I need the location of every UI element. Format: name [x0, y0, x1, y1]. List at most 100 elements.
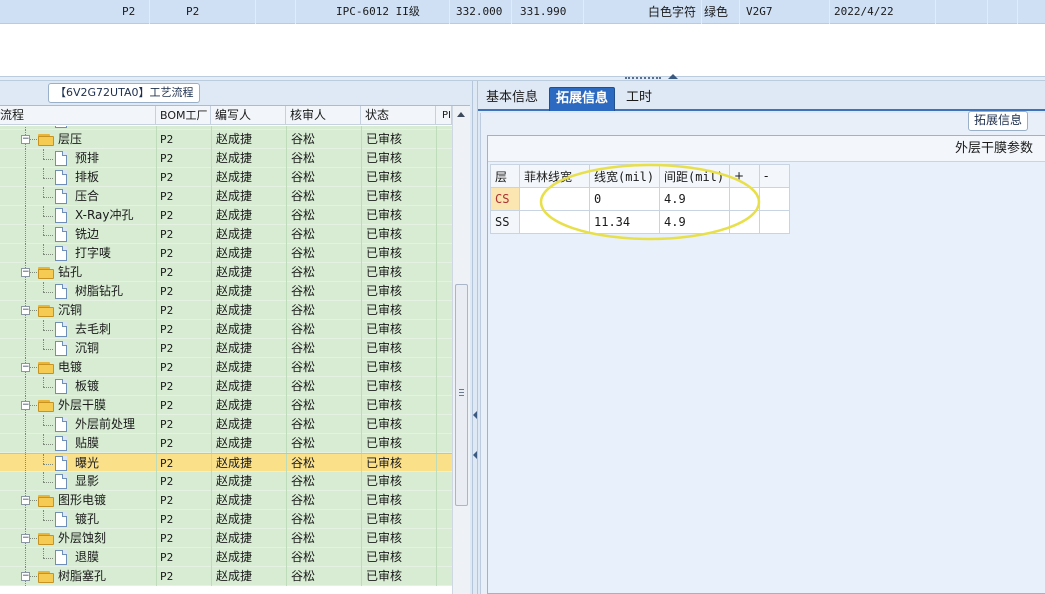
tree-node[interactable]: 外层干膜 [58, 396, 106, 415]
collapse-expander-icon[interactable]: − [21, 363, 30, 372]
tree-row[interactable]: 预排 P2 赵成捷 谷松 已审核 [0, 149, 452, 168]
params-line-width-cell[interactable]: 0 [589, 187, 660, 211]
tree-row[interactable]: 压合 P2 赵成捷 谷松 已审核 [0, 187, 452, 206]
tree-node[interactable]: 钻孔 [58, 263, 82, 282]
tree-row[interactable]: 板镀 P2 赵成捷 谷松 已审核 [0, 377, 452, 396]
remove-row-button[interactable]: - [759, 164, 790, 188]
tree-node[interactable]: 显影 [75, 472, 99, 491]
tab-work-hours[interactable]: 工时 [620, 87, 658, 111]
collapse-left-arrow-icon[interactable] [473, 411, 477, 419]
tree-node[interactable]: 外层蚀刻 [58, 529, 106, 548]
params-spacing-cell[interactable]: 4.9 [659, 210, 730, 234]
tree-node[interactable]: 图形电镀 [58, 491, 106, 510]
tree-node[interactable]: 镀孔 [75, 510, 99, 529]
tree-row[interactable]: 镀孔 P2 赵成捷 谷松 已审核 [0, 510, 452, 529]
params-table-row[interactable]: SS 11.34 4.9 [490, 210, 790, 234]
tree-node[interactable]: 排板 [75, 168, 99, 187]
tree-row[interactable]: 退膜 P2 赵成捷 谷松 已审核 [0, 548, 452, 567]
tree-row[interactable]: 沉铜 P2 赵成捷 谷松 已审核 [0, 339, 452, 358]
tree-node[interactable]: 铣边 [75, 225, 99, 244]
tab-extended-info[interactable]: 拓展信息 [549, 87, 616, 111]
collapse-expander-icon[interactable]: − [21, 496, 30, 505]
tree-node[interactable]: 层压 [58, 130, 82, 149]
tree-row[interactable]: 树脂钻孔 P2 赵成捷 谷松 已审核 [0, 282, 452, 301]
column-header-bom-factory[interactable]: BOM工厂 [156, 106, 211, 125]
tree-node[interactable]: 打字唛 [75, 244, 111, 263]
tree-row[interactable]: X-Ray冲孔 P2 赵成捷 谷松 已审核 [0, 206, 452, 225]
params-remove-cell[interactable] [759, 210, 790, 234]
tree-row[interactable]: 贴膜 P2 赵成捷 谷松 已审核 [0, 434, 452, 453]
tree-row-selected[interactable]: 曝光 P2 赵成捷 谷松 已审核 [0, 453, 452, 473]
column-separator [286, 377, 287, 396]
tree-row[interactable]: 铣边 P2 赵成捷 谷松 已审核 [0, 225, 452, 244]
splitter-grip-icon[interactable] [625, 77, 661, 80]
tree-node[interactable]: 贴膜 [75, 434, 99, 453]
params-line-width-cell[interactable]: 11.34 [589, 210, 660, 234]
add-row-button[interactable]: + [729, 164, 760, 188]
tree-node[interactable]: 沉铜 [75, 339, 99, 358]
tree-cell-status: 已审核 [366, 246, 403, 260]
collapse-expander-icon[interactable]: − [21, 268, 30, 277]
column-separator [286, 434, 287, 453]
tree-cell-reviewer: 谷松 [291, 417, 316, 431]
params-spacing-cell[interactable]: 4.9 [659, 187, 730, 211]
tree-cell-bom-factory: P2 [160, 361, 174, 374]
collapse-up-arrow-icon[interactable] [668, 74, 678, 79]
tree-node[interactable]: 板镀 [75, 377, 99, 396]
extended-info-button[interactable]: 拓展信息 [968, 111, 1029, 131]
tree-row[interactable]: − 电镀 P2 赵成捷 谷松 已审核 [0, 358, 452, 377]
tree-row[interactable]: 外层前处理 P2 赵成捷 谷松 已审核 [0, 415, 452, 434]
document-icon [55, 170, 67, 185]
params-table-row[interactable]: CS 0 4.9 [490, 187, 790, 211]
params-add-cell[interactable] [729, 210, 760, 234]
tree-node[interactable]: 树脂塞孔 [58, 567, 106, 586]
tree-row[interactable]: 显影 P2 赵成捷 谷松 已审核 [0, 472, 452, 491]
vertical-scrollbar[interactable] [452, 106, 470, 594]
params-add-cell[interactable] [729, 187, 760, 211]
params-remove-cell[interactable] [759, 187, 790, 211]
tree-row[interactable]: − 图形电镀 P2 赵成捷 谷松 已审核 [0, 491, 452, 510]
params-film-width-cell[interactable] [519, 187, 590, 211]
column-header-status[interactable]: 状态 [361, 106, 436, 125]
collapse-expander-icon[interactable]: − [21, 401, 30, 410]
tree-node[interactable]: 预排 [75, 149, 99, 168]
tree-node[interactable]: 去毛刺 [75, 320, 111, 339]
tree-row[interactable]: 排板 P2 赵成捷 谷松 已审核 [0, 168, 452, 187]
collapse-left-arrow-icon-2[interactable] [473, 451, 477, 459]
top-data-row[interactable]: P2 P2 IPC-6012 II级 332.000 331.990 白色字符 … [0, 0, 1045, 24]
column-header-reviewer[interactable]: 核审人 [286, 106, 361, 125]
scrollbar-thumb[interactable] [455, 284, 468, 506]
tree-row[interactable]: 打字唛 P2 赵成捷 谷松 已审核 [0, 244, 452, 263]
column-separator [211, 206, 212, 225]
tree-row[interactable]: − 钻孔 P2 赵成捷 谷松 已审核 [0, 263, 452, 282]
collapse-expander-icon[interactable]: − [21, 306, 30, 315]
tree-node[interactable]: 压合 [75, 187, 99, 206]
column-separator [156, 206, 157, 225]
tree-node[interactable]: 曝光 [75, 454, 99, 473]
params-film-width-cell[interactable] [519, 210, 590, 234]
scroll-up-arrow-icon[interactable] [457, 112, 465, 117]
tab-basic-info[interactable]: 基本信息 [480, 87, 544, 111]
tree-node[interactable]: X-Ray冲孔 [75, 206, 133, 225]
column-header-extra[interactable]: PI [436, 106, 452, 125]
collapse-expander-icon[interactable]: − [21, 534, 30, 543]
tree-row[interactable]: − 层压 P2 赵成捷 谷松 已审核 [0, 130, 452, 149]
tree-row[interactable]: − 外层干膜 P2 赵成捷 谷松 已审核 [0, 396, 452, 415]
collapse-expander-icon[interactable]: − [21, 572, 30, 581]
tree-node[interactable]: 外层前处理 [75, 415, 135, 434]
column-header-author[interactable]: 编写人 [211, 106, 286, 125]
tree-row[interactable]: − 沉铜 P2 赵成捷 谷松 已审核 [0, 301, 452, 320]
tree-cell-status: 已审核 [366, 303, 403, 317]
extended-info-content: 拓展信息 外层干膜参数 层 菲林线宽 线宽(mil) 间距(mil) + - C… [480, 111, 1045, 594]
tree-row[interactable]: − 树脂塞孔 P2 赵成捷 谷松 已审核 [0, 567, 452, 586]
params-header-film-width: 菲林线宽 [519, 164, 590, 188]
tree-node[interactable]: 退膜 [75, 548, 99, 567]
tree-node[interactable]: 树脂钻孔 [75, 282, 123, 301]
tree-node[interactable]: 电镀 [58, 358, 82, 377]
collapse-expander-icon[interactable]: − [21, 135, 30, 144]
tree-row[interactable]: − 外层蚀刻 P2 赵成捷 谷松 已审核 [0, 529, 452, 548]
tree-node[interactable]: 沉铜 [58, 301, 82, 320]
tree-guide-line [43, 425, 53, 426]
column-header-flow[interactable]: 流程 [0, 106, 156, 125]
tree-row[interactable]: 去毛刺 P2 赵成捷 谷松 已审核 [0, 320, 452, 339]
